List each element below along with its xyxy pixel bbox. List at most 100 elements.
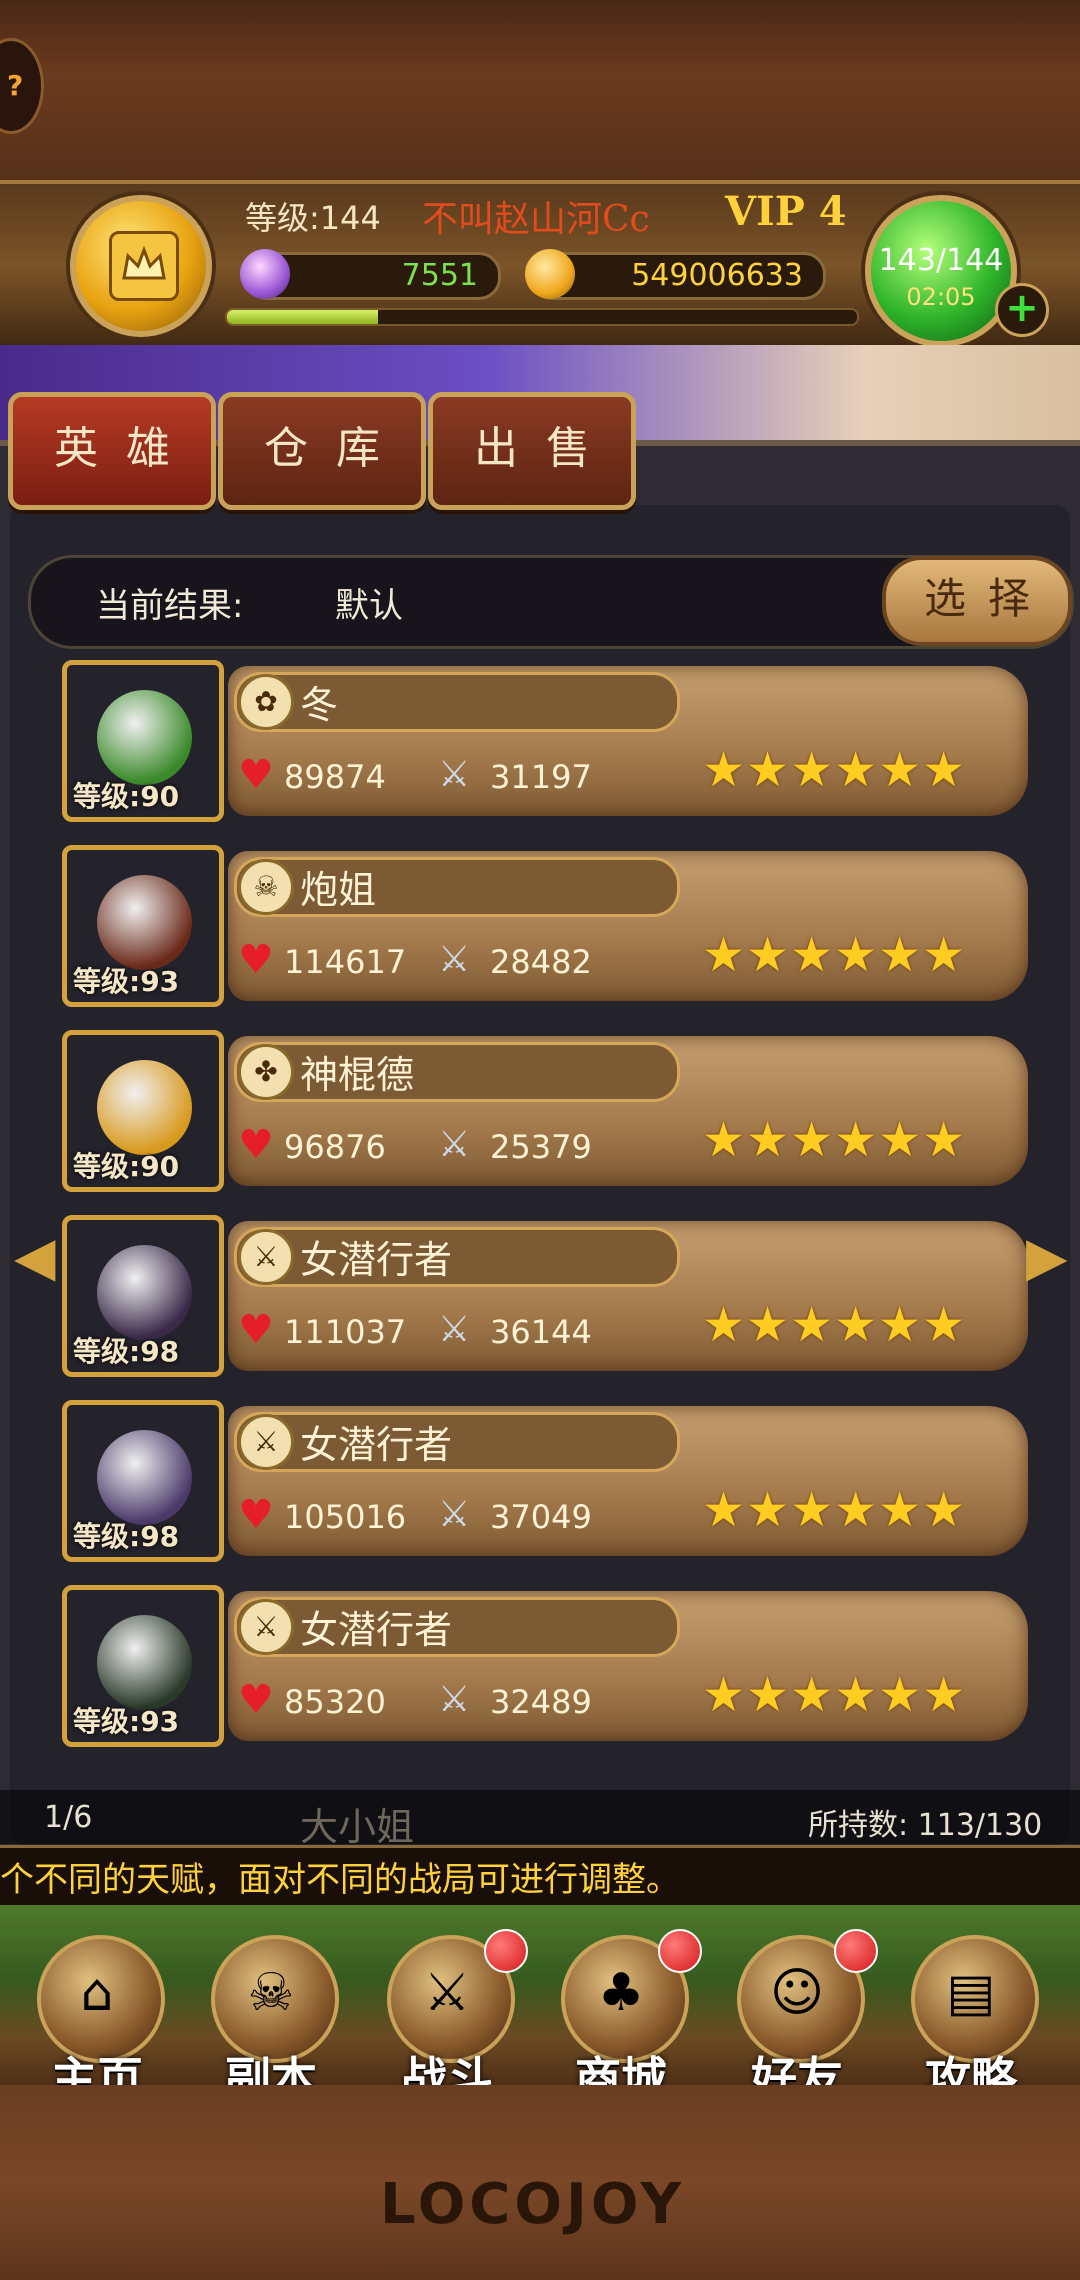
hero-level: 等级:93	[73, 965, 180, 998]
sword-icon: ⚔	[423, 1963, 471, 2023]
hero-hp: 111037	[284, 1313, 407, 1351]
select-button[interactable]: 选择	[882, 556, 1072, 646]
filter-label: 当前结果:	[96, 586, 244, 626]
hero-portrait[interactable]: 等级:98	[62, 1215, 224, 1377]
hero-portrait[interactable]: 等级:93	[62, 1585, 224, 1747]
hero-face	[97, 690, 192, 785]
hero-level: 等级:98	[73, 1335, 180, 1368]
hero-row[interactable]: 等级:90 ✿ 冬 ♥ 89874 ⚔ 31197 ★★★★★★	[62, 660, 1028, 828]
owned-count: 所持数: 113/130	[808, 1808, 1043, 1843]
hero-face	[97, 1430, 192, 1525]
swords-icon: ⚔	[238, 1414, 294, 1470]
attack-swords-icon: ⚔	[438, 1679, 471, 1720]
attack-swords-icon: ⚔	[438, 1124, 471, 1165]
star-rating: ★★★★★★	[702, 1112, 967, 1168]
crown-icon	[109, 231, 179, 301]
player-name: 不叫赵山河Cc	[422, 199, 650, 240]
player-emblem[interactable]	[70, 195, 212, 337]
nav-item[interactable]: ☺ 好友	[722, 1929, 878, 2106]
hero-name: 冬	[300, 683, 339, 727]
prev-page-arrow-icon[interactable]: ◀	[14, 1225, 56, 1288]
gold-coin-icon	[525, 249, 575, 299]
swords-icon: ⚔	[238, 1599, 294, 1655]
hero-level: 等级:90	[73, 780, 180, 813]
hero-row[interactable]: 等级:98 ⚔ 女潜行者 ♥ 111037 ⚔ 36144 ★★★★★★	[62, 1215, 1028, 1383]
hero-face	[97, 875, 192, 970]
shop-monster-icon: ♣	[597, 1963, 645, 2023]
star-rating: ★★★★★★	[702, 1667, 967, 1723]
friends-icon: ☺	[769, 1963, 825, 2023]
energy-timer: 02:05	[906, 283, 976, 311]
next-page-arrow-icon[interactable]: ▶	[1026, 1225, 1068, 1288]
nav-item[interactable]: ♣ 商城	[546, 1929, 702, 2106]
vip-badge[interactable]: VIP 4	[725, 188, 847, 235]
hero-attack: 31197	[490, 758, 592, 796]
page-indicator: 1/6	[44, 1800, 93, 1835]
hero-hp: 89874	[284, 758, 386, 796]
hero-portrait[interactable]: 等级:90	[62, 1030, 224, 1192]
gold-counter[interactable]: 549006633	[525, 249, 826, 300]
heart-icon: ♥	[238, 1677, 274, 1723]
hero-name: 女潜行者	[300, 1608, 453, 1652]
add-energy-button[interactable]: +	[995, 283, 1049, 337]
nav-item[interactable]: ⌂ 主页	[22, 1935, 172, 2106]
hero-portrait[interactable]: 等级:98	[62, 1400, 224, 1562]
house-icon: ⌂	[80, 1963, 114, 2023]
paw-icon: ✤	[238, 1044, 294, 1100]
star-rating: ★★★★★★	[702, 742, 967, 798]
locojoy-logo: LOCOJOY	[380, 2172, 685, 2237]
star-rating: ★★★★★★	[702, 927, 967, 983]
gem-counter[interactable]: 7551	[240, 249, 501, 300]
tab-heroes[interactable]: 英雄	[8, 392, 216, 510]
swords-icon: ⚔	[238, 1229, 294, 1285]
star-rating: ★★★★★★	[702, 1482, 967, 1538]
attack-swords-icon: ⚔	[438, 939, 471, 980]
hero-row[interactable]: 等级:98 ⚔ 女潜行者 ♥ 105016 ⚔ 37049 ★★★★★★	[62, 1400, 1028, 1568]
player-level: 等级:144	[245, 199, 381, 237]
attack-swords-icon: ⚔	[438, 1494, 471, 1535]
hero-info-scroll: ⚔ 女潜行者 ♥ 111037 ⚔ 36144 ★★★★★★	[228, 1221, 1028, 1371]
notification-badge	[658, 1929, 702, 1973]
hero-attack: 25379	[490, 1128, 592, 1166]
star-rating: ★★★★★★	[702, 1297, 967, 1353]
hero-hp: 105016	[284, 1498, 407, 1536]
tab-sell[interactable]: 出售	[428, 392, 636, 510]
heart-icon: ♥	[238, 752, 274, 798]
hero-name: 女潜行者	[300, 1238, 453, 1282]
filter-value: 默认	[335, 586, 403, 626]
hero-hp: 85320	[284, 1683, 386, 1721]
hero-face	[97, 1060, 192, 1155]
hero-portrait[interactable]: 等级:90	[62, 660, 224, 822]
heart-icon: ♥	[238, 1307, 274, 1353]
nav-item[interactable]: ⚔ 战斗	[372, 1929, 528, 2106]
hero-attack: 37049	[490, 1498, 592, 1536]
experience-fill	[227, 310, 379, 324]
nav-item[interactable]: ☠ 副本	[196, 1935, 346, 2106]
hero-info-scroll: ☠ 炮姐 ♥ 114617 ⚔ 28482 ★★★★★★	[228, 851, 1028, 1001]
hero-info-scroll: ✿ 冬 ♥ 89874 ⚔ 31197 ★★★★★★	[228, 666, 1028, 816]
hero-portrait[interactable]: 等级:93	[62, 845, 224, 1007]
gem-value: 7551	[401, 258, 478, 293]
hero-row[interactable]: 等级:90 ✤ 神棍德 ♥ 96876 ⚔ 25379 ★★★★★★	[62, 1030, 1028, 1198]
hero-level: 等级:90	[73, 1150, 180, 1183]
hero-level: 等级:98	[73, 1520, 180, 1553]
nav-item[interactable]: ▤ 攻略	[896, 1935, 1046, 2106]
ticker-text: 个不同的天赋，面对不同的战局可进行调整。	[0, 1860, 680, 1900]
skull-icon: ☠	[247, 1963, 295, 2023]
nature-icon: ✿	[238, 674, 294, 730]
experience-bar	[225, 308, 859, 326]
hero-info-scroll: ⚔ 女潜行者 ♥ 105016 ⚔ 37049 ★★★★★★	[228, 1406, 1028, 1556]
hero-name: 神棍德	[300, 1053, 415, 1097]
tab-warehouse[interactable]: 仓库	[218, 392, 426, 510]
heart-icon: ♥	[238, 1122, 274, 1168]
book-icon: ▤	[946, 1963, 996, 2023]
hero-row[interactable]: 等级:93 ☠ 炮姐 ♥ 114617 ⚔ 28482 ★★★★★★	[62, 845, 1028, 1013]
heart-icon: ♥	[238, 1492, 274, 1538]
hero-hp: 96876	[284, 1128, 386, 1166]
attack-swords-icon: ⚔	[438, 754, 471, 795]
gold-value: 549006633	[631, 258, 803, 293]
hero-attack: 32489	[490, 1683, 592, 1721]
hero-attack: 36144	[490, 1313, 592, 1351]
energy-value: 143/144	[878, 243, 1004, 278]
hero-row[interactable]: 等级:93 ⚔ 女潜行者 ♥ 85320 ⚔ 32489 ★★★★★★	[62, 1585, 1028, 1753]
